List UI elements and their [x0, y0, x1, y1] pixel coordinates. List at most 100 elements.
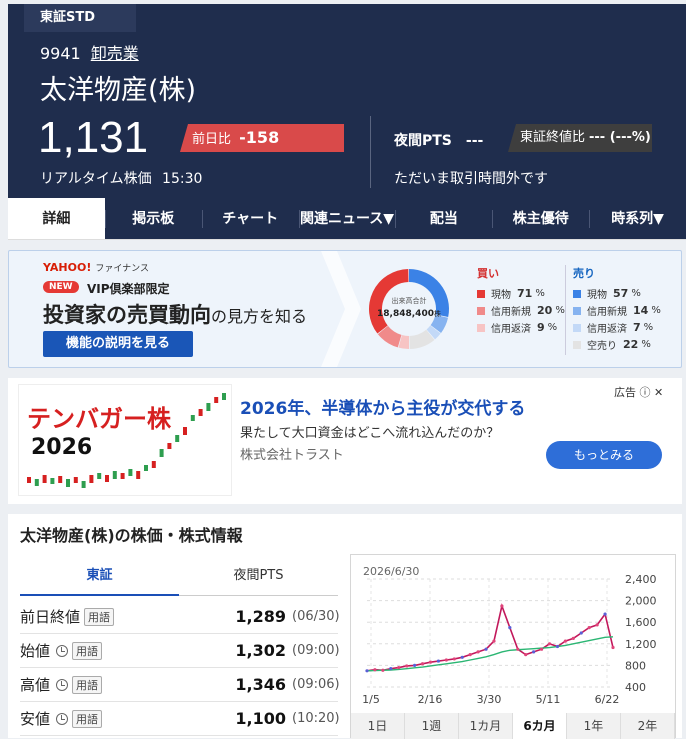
- legend-value: 22: [623, 338, 639, 351]
- row-label: 安値: [20, 710, 51, 728]
- ad-title[interactable]: 2026年、半導体から主役が交代する: [240, 394, 525, 419]
- subtab-night-pts[interactable]: 夜間PTS: [179, 558, 338, 596]
- data-point: [397, 665, 401, 670]
- range-button[interactable]: 1カ月: [459, 713, 513, 739]
- price-chart-svg: 400 800 1,200 1,600 2,000 2,400 1/5 2/16 3/30 5/1…: [362, 573, 657, 706]
- ratio-label: 東証終値比: [520, 130, 586, 145]
- legend-value: 57: [613, 287, 629, 300]
- range-button[interactable]: 1日: [351, 713, 405, 739]
- glossary-link[interactable]: 用語: [84, 607, 115, 626]
- data-point: [547, 642, 552, 646]
- clock-icon: [56, 644, 69, 657]
- vip-title: VIP倶楽部限定: [87, 282, 170, 296]
- data-point: [532, 650, 536, 654]
- thumb-candle: [120, 473, 125, 479]
- thumb-candle: [89, 475, 94, 483]
- vip-banner[interactable]: YAHOO! ファイナンス NEW VIP倶楽部限定 投資家の売買動向の見方を知る…: [8, 250, 682, 368]
- range-button[interactable]: 2年: [621, 713, 675, 739]
- data-point: [500, 604, 504, 608]
- legend-label: 空売り: [587, 341, 617, 352]
- range-button[interactable]: 1週: [405, 713, 459, 739]
- close-ratio-badge: 東証終値比 --- (---%): [508, 124, 652, 152]
- y-tick-label: 2,000: [625, 595, 657, 608]
- legend-label: 信用返済: [587, 324, 627, 335]
- ad-thumbnail[interactable]: テンバガー株 2026: [18, 384, 232, 496]
- realtime-text: リアルタイム株価: [40, 171, 152, 187]
- change-value: -158: [239, 128, 280, 147]
- tab-chart[interactable]: チャート: [201, 198, 299, 239]
- market-label: 東証STD: [24, 4, 136, 32]
- glossary-link[interactable]: 用語: [72, 675, 103, 694]
- ad-company: 株式会社トラスト: [240, 448, 344, 463]
- range-button[interactable]: 1年: [567, 713, 621, 739]
- buy-title: 買い: [477, 267, 499, 280]
- thumb-candle: [144, 465, 148, 471]
- thumb-candle: [81, 481, 86, 488]
- sell-legend: 売り 現物 57% 信用新規 14% 信用返済 7% 空売り 22%: [573, 265, 661, 353]
- row-label: 高値: [20, 676, 51, 694]
- ad-more-button[interactable]: もっとみる: [546, 441, 662, 469]
- thumb-candle: [183, 427, 187, 435]
- pts-label: 夜間PTS: [394, 133, 452, 149]
- industry-link[interactable]: 卸売業: [91, 44, 139, 63]
- buy-legend: 買い 現物 71% 信用新規 20% 信用返済 9%: [477, 265, 565, 336]
- explain-feature-button[interactable]: 機能の説明を見る: [43, 331, 193, 357]
- data-point: [373, 668, 377, 672]
- range-button[interactable]: 6カ月: [513, 713, 567, 739]
- chevron-decoration: [321, 251, 361, 367]
- change-label: 前日比: [192, 132, 232, 147]
- price-chart[interactable]: 2026/6/30 400 800 1,200 1,600 2,000 2,400 1/5 2…: [350, 554, 676, 739]
- subtab-tse[interactable]: 東証: [20, 558, 179, 596]
- brand-text: YAHOO!: [43, 261, 92, 274]
- tab-details[interactable]: 詳細: [8, 198, 105, 239]
- tab-news[interactable]: 関連ニュース▼: [298, 198, 396, 239]
- section-title: 太洋物産(株)の株価・株式情報: [20, 526, 243, 545]
- thumb-candle: [42, 475, 47, 483]
- price-info-row: 安値 用語 1,100 (10:20): [20, 702, 340, 736]
- donut-label: 出来高合計: [392, 296, 427, 305]
- headline-main: 投資家の売買動向: [43, 303, 211, 327]
- x-tick-label: 5/11: [536, 693, 561, 706]
- legend-unit: %: [651, 305, 661, 316]
- buy-legend-item: 信用新規 20%: [477, 302, 565, 319]
- thumb-candle: [50, 478, 55, 484]
- data-point: [563, 639, 567, 643]
- thumb-candle: [97, 473, 102, 479]
- data-point: [484, 647, 488, 651]
- glossary-link[interactable]: 用語: [72, 641, 103, 660]
- new-badge: NEW: [43, 281, 79, 293]
- ad-mark[interactable]: 広告 ⓘ ✕: [614, 384, 663, 400]
- brand-sub: ファイナンス: [95, 264, 149, 274]
- yahoo-finance-logo: YAHOO! ファイナンス: [43, 261, 149, 274]
- tab-history[interactable]: 時系列▼: [589, 198, 686, 239]
- data-point: [452, 657, 456, 661]
- ad-banner[interactable]: テンバガー株 2026 2026年、半導体から主役が交代する 果たして大口資金は…: [8, 378, 682, 504]
- thumb-candle: [190, 415, 195, 421]
- data-point: [508, 626, 512, 630]
- legend-value: 7: [633, 321, 641, 334]
- legend-unit: %: [631, 288, 641, 299]
- data-point: [571, 636, 575, 640]
- thumb-candle: [27, 477, 31, 483]
- data-point: [492, 639, 496, 643]
- divider: [370, 116, 371, 188]
- data-point: [444, 658, 448, 662]
- x-tick-label: 3/30: [477, 693, 502, 706]
- data-point: [413, 663, 417, 667]
- tab-benefits[interactable]: 株主優待: [492, 198, 590, 239]
- legend-unit: %: [643, 322, 654, 333]
- row-value: 1,100: [235, 709, 286, 728]
- market-closed-message: ただいま取引時間外です: [394, 171, 548, 187]
- tab-dividend[interactable]: 配当: [395, 198, 493, 239]
- series-line: [366, 603, 614, 672]
- data-point: [595, 623, 599, 627]
- stock-code: 9941: [40, 44, 81, 63]
- data-point: [389, 667, 393, 671]
- tab-board[interactable]: 掲示板: [104, 198, 202, 239]
- price-info-row: 前日終値 用語 1,289 (06/30): [20, 600, 340, 634]
- glossary-link[interactable]: 用語: [72, 709, 103, 728]
- legend-swatch: [573, 306, 581, 315]
- buy-legend-item: 現物 71%: [477, 285, 565, 302]
- row-label: 始値: [20, 642, 51, 660]
- thumb-candle: [105, 475, 109, 482]
